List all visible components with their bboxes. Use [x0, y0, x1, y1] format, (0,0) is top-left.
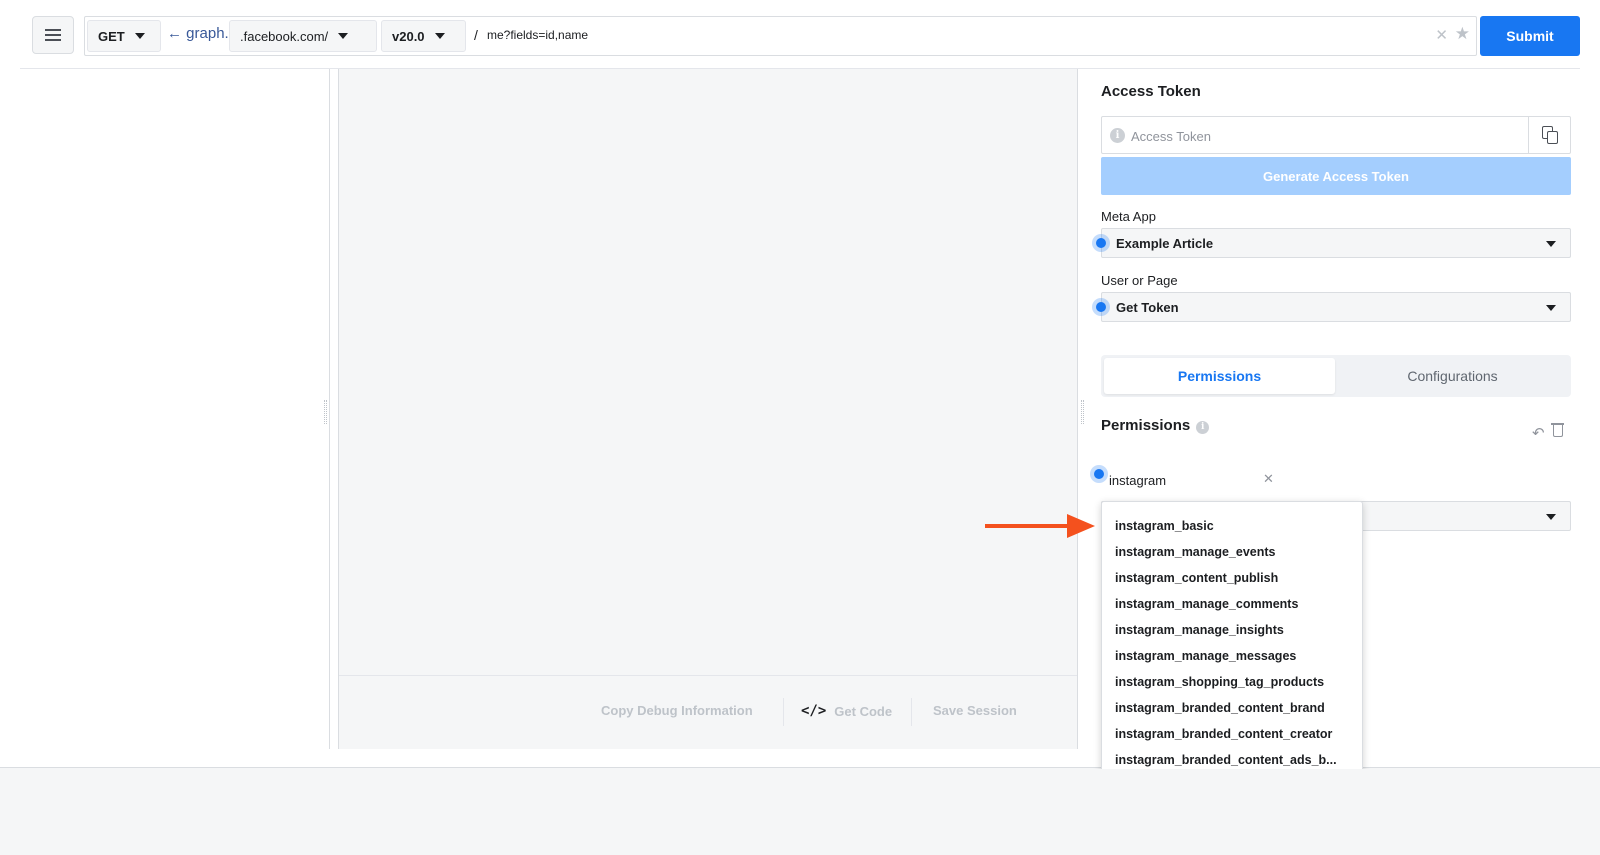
meta-app-label: Meta App [1101, 209, 1156, 224]
get-code-button[interactable]: </> Get Code [801, 703, 892, 719]
chevron-down-icon [1546, 305, 1556, 311]
permission-suggestions-dropdown: instagram_basic instagram_manage_events … [1101, 501, 1363, 781]
tab-permissions[interactable]: Permissions [1104, 358, 1335, 394]
chevron-down-icon [338, 33, 349, 39]
highlight-dot-icon [1092, 298, 1110, 316]
user-or-page-label: User or Page [1101, 273, 1178, 288]
list-item[interactable]: instagram_basic [1102, 513, 1362, 539]
highlight-dot-icon [1092, 234, 1110, 252]
submit-button[interactable]: Submit [1480, 16, 1580, 56]
highlight-dot-icon [1090, 465, 1108, 483]
list-item[interactable]: instagram_manage_comments [1102, 591, 1362, 617]
meta-app-select[interactable]: Example Article [1101, 228, 1571, 258]
permissions-heading: Permissions i [1101, 417, 1210, 434]
hamburger-icon [45, 29, 61, 41]
clear-icon[interactable]: ✕ [1263, 471, 1274, 487]
api-version-value: v20.0 [392, 28, 425, 44]
access-token-field: i [1101, 116, 1571, 154]
meta-app-value: Example Article [1116, 235, 1214, 251]
tab-configurations[interactable]: Configurations [1337, 358, 1568, 394]
list-item[interactable]: instagram_content_publish [1102, 565, 1362, 591]
copy-token-button[interactable] [1528, 117, 1570, 153]
sidebar-tabs: Permissions Configurations [1101, 355, 1571, 397]
field-tree-panel [20, 69, 330, 749]
info-icon: i [1196, 421, 1210, 434]
get-code-label: Get Code [834, 703, 893, 719]
access-token-heading: Access Token [1101, 83, 1201, 100]
copy-debug-button[interactable]: Copy Debug Information [601, 703, 753, 718]
response-panel: Copy Debug Information </> Get Code Save… [338, 69, 1078, 749]
site-footer [0, 769, 1600, 855]
list-item[interactable]: instagram_branded_content_creator [1102, 721, 1362, 747]
trash-icon[interactable] [1551, 423, 1564, 437]
chevron-down-icon [434, 33, 445, 39]
save-session-button[interactable]: Save Session [933, 703, 1017, 718]
copy-icon [1541, 126, 1558, 144]
star-icon[interactable]: ★ [1455, 24, 1470, 44]
user-or-page-select[interactable]: Get Token [1101, 292, 1571, 322]
chevron-down-icon [134, 33, 145, 39]
clear-icon[interactable]: ✕ [1435, 26, 1448, 44]
request-url-bar: GET ← graph. .facebook.com/ v20.0 / ✕ ★ [84, 16, 1477, 56]
response-footer: Copy Debug Information </> Get Code Save… [339, 675, 1077, 749]
divider [911, 698, 912, 726]
chevron-down-icon [1546, 514, 1556, 520]
annotation-arrow-icon [985, 514, 1095, 538]
http-method-dropdown[interactable]: GET [87, 20, 161, 52]
access-token-input[interactable] [1131, 126, 1511, 146]
permission-search-input[interactable] [1109, 470, 1249, 490]
path-separator: / [474, 27, 478, 43]
chevron-down-icon [1546, 241, 1556, 247]
list-item[interactable]: instagram_manage_insights [1102, 617, 1362, 643]
domain-value: .facebook.com/ [240, 28, 329, 44]
domain-dropdown[interactable]: .facebook.com/ [229, 20, 377, 52]
resize-handle-left[interactable] [324, 400, 327, 424]
http-method-value: GET [98, 28, 125, 44]
query-path-input[interactable] [487, 25, 1387, 45]
list-item[interactable]: instagram_branded_content_brand [1102, 695, 1362, 721]
permissions-heading-text: Permissions [1101, 417, 1191, 434]
list-item[interactable]: instagram_shopping_tag_products [1102, 669, 1362, 695]
divider [783, 698, 784, 726]
undo-icon[interactable]: ↶ [1532, 424, 1545, 442]
list-item[interactable]: instagram_manage_events [1102, 539, 1362, 565]
top-toolbar: GET ← graph. .facebook.com/ v20.0 / ✕ ★ … [20, 16, 1580, 56]
generate-access-token-button[interactable]: Generate Access Token [1101, 157, 1571, 195]
list-item[interactable]: instagram_manage_messages [1102, 643, 1362, 669]
resize-handle-right[interactable] [1081, 400, 1084, 424]
user-or-page-value: Get Token [1116, 299, 1179, 315]
menu-button[interactable] [32, 16, 74, 54]
info-icon: i [1110, 128, 1125, 143]
api-version-dropdown[interactable]: v20.0 [381, 20, 466, 52]
graph-host-link[interactable]: ← graph. [167, 25, 229, 42]
code-icon: </> [801, 703, 827, 719]
